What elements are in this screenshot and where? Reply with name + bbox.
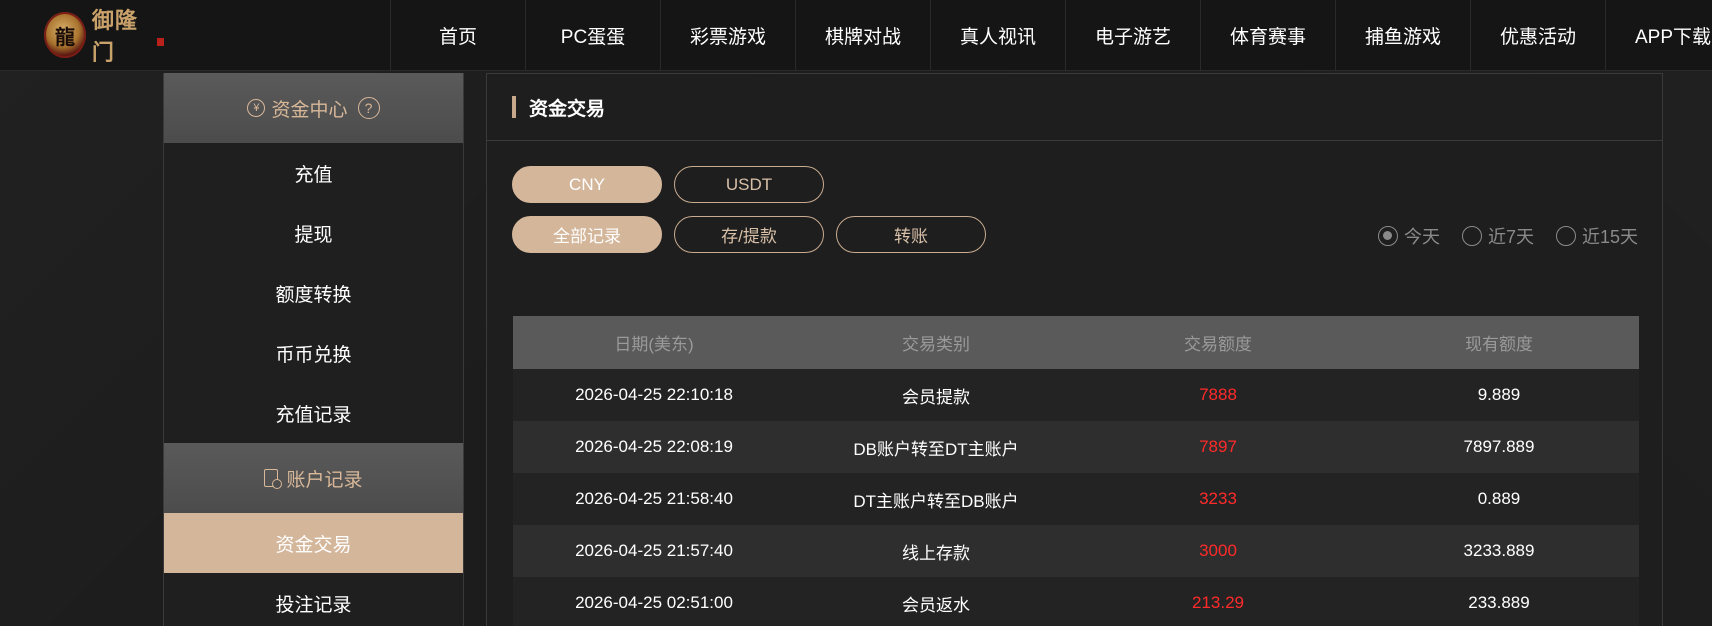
cell-balance: 7897.889 [1463, 437, 1535, 456]
nav-live-casino[interactable]: 真人视讯 [930, 0, 1065, 71]
cell-date: 2026-04-25 21:58:40 [575, 489, 733, 508]
tab-transfer[interactable]: 转账 [836, 216, 986, 253]
date-filter-label: 今天 [1403, 227, 1440, 247]
column-header-amount: 交易额度 [1184, 335, 1252, 354]
date-filter-label: 近15天 [1581, 227, 1638, 247]
nav-pc-egg[interactable]: PC蛋蛋 [525, 0, 660, 71]
column-header-type: 交易类别 [902, 335, 970, 354]
nav-promotions[interactable]: 优惠活动 [1470, 0, 1605, 71]
page-title-text: 资金交易 [529, 98, 606, 120]
cell-date: 2026-04-25 22:10:18 [575, 385, 733, 404]
title-accent-bar [512, 96, 516, 118]
table-row: 2026-04-25 21:58:40 DT主账户转至DB账户 3233 0.8… [513, 473, 1639, 525]
fund-center-label: 资金中心 [271, 99, 348, 121]
sidebar-item-deposit-records[interactable]: 充值记录 [164, 383, 463, 443]
account-sidebar: ¥ 资金中心 ? 充值 提现 额度转换 币币兑换 充值记录 账户记录 资金交易 … [163, 73, 464, 626]
yen-icon: ¥ [247, 99, 266, 117]
cell-amount: 213.29 [1192, 593, 1244, 612]
cell-type: 线上存款 [902, 543, 970, 563]
cell-balance: 9.889 [1477, 385, 1521, 404]
table-row: 2026-04-25 22:10:18 会员提款 7888 9.889 [513, 369, 1639, 421]
nav-home[interactable]: 首页 [390, 0, 525, 71]
table-row: 2026-04-25 21:57:40 线上存款 3000 3233.889 [513, 525, 1639, 577]
nav-app-download[interactable]: APP下载 [1605, 0, 1712, 71]
date-filter-label: 近7天 [1487, 227, 1534, 247]
cell-date: 2026-04-25 21:57:40 [575, 541, 733, 560]
site-logo[interactable]: 龍 御隆门 [44, 8, 164, 66]
fund-transactions-panel: 资金交易 CNY USDT 全部记录 存/提款 转账 今天 近7天 近15天 日… [486, 73, 1663, 626]
cell-type: DT主账户转至DB账户 [853, 491, 1019, 511]
fund-center-header: ¥ 资金中心 ? [164, 73, 463, 143]
cell-amount: 7888 [1199, 385, 1237, 404]
tab-usdt[interactable]: USDT [674, 166, 824, 203]
cell-type: DB账户转至DT主账户 [853, 439, 1019, 459]
column-header-date: 日期(美东) [614, 335, 694, 354]
top-header: 龍 御隆门 首页 PC蛋蛋 彩票游戏 棋牌对战 真人视讯 电子游艺 体育赛事 捕… [0, 0, 1712, 71]
radio-icon [1377, 226, 1398, 246]
account-records-header: 账户记录 [164, 443, 463, 513]
table-row: 2026-04-25 22:08:19 DB账户转至DT主账户 7897 789… [513, 421, 1639, 473]
tab-all-records[interactable]: 全部记录 [512, 216, 662, 253]
cell-balance: 0.889 [1477, 489, 1521, 508]
transactions-table: 日期(美东) 交易类别 交易额度 现有额度 2026-04-25 22:10:1… [513, 316, 1639, 626]
cell-type: 会员提款 [902, 387, 970, 407]
page-title: 资金交易 [487, 74, 1662, 141]
cell-amount: 3000 [1199, 541, 1237, 560]
table-header: 日期(美东) 交易类别 交易额度 现有额度 [513, 316, 1639, 369]
cell-balance: 3233.889 [1463, 541, 1535, 560]
cell-amount: 7897 [1199, 437, 1237, 456]
nav-chess-cards[interactable]: 棋牌对战 [795, 0, 930, 71]
date-filter: 今天 近7天 近15天 [1377, 223, 1638, 249]
date-filter-today[interactable]: 今天 [1377, 223, 1440, 249]
sidebar-item-fund-transactions[interactable]: 资金交易 [164, 513, 463, 573]
sidebar-item-withdraw[interactable]: 提现 [164, 203, 463, 263]
help-icon[interactable]: ? [357, 97, 380, 119]
nav-fishing[interactable]: 捕鱼游戏 [1335, 0, 1470, 71]
cell-date: 2026-04-25 02:51:00 [575, 593, 733, 612]
date-filter-7days[interactable]: 近7天 [1461, 223, 1534, 249]
document-icon [264, 469, 283, 489]
nav-slots[interactable]: 电子游艺 [1065, 0, 1200, 71]
cell-type: 会员返水 [902, 595, 970, 615]
account-records-label: 账户记录 [286, 469, 363, 491]
radio-icon [1555, 226, 1576, 246]
nav-lottery[interactable]: 彩票游戏 [660, 0, 795, 71]
sidebar-item-bet-records[interactable]: 投注记录 [164, 573, 463, 626]
nav-sports[interactable]: 体育赛事 [1200, 0, 1335, 71]
cell-balance: 233.889 [1468, 593, 1530, 612]
date-filter-15days[interactable]: 近15天 [1555, 223, 1638, 249]
radio-icon [1461, 226, 1482, 246]
tab-deposit-withdraw[interactable]: 存/提款 [674, 216, 824, 253]
sidebar-item-deposit[interactable]: 充值 [164, 143, 463, 203]
table-row: 2026-04-25 02:51:00 会员返水 213.29 233.889 [513, 577, 1639, 626]
sidebar-item-transfer[interactable]: 额度转换 [164, 263, 463, 323]
logo-seal [156, 38, 164, 46]
cell-amount: 3233 [1199, 489, 1237, 508]
tab-cny[interactable]: CNY [512, 166, 662, 203]
sidebar-item-coin-exchange[interactable]: 币币兑换 [164, 323, 463, 383]
cell-date: 2026-04-25 22:08:19 [575, 437, 733, 456]
logo-text: 御隆门 [91, 8, 138, 66]
main-nav: 首页 PC蛋蛋 彩票游戏 棋牌对战 真人视讯 电子游艺 体育赛事 捕鱼游戏 优惠… [390, 0, 1712, 71]
logo-emblem-icon: 龍 [44, 12, 86, 58]
column-header-balance: 现有额度 [1465, 335, 1533, 354]
